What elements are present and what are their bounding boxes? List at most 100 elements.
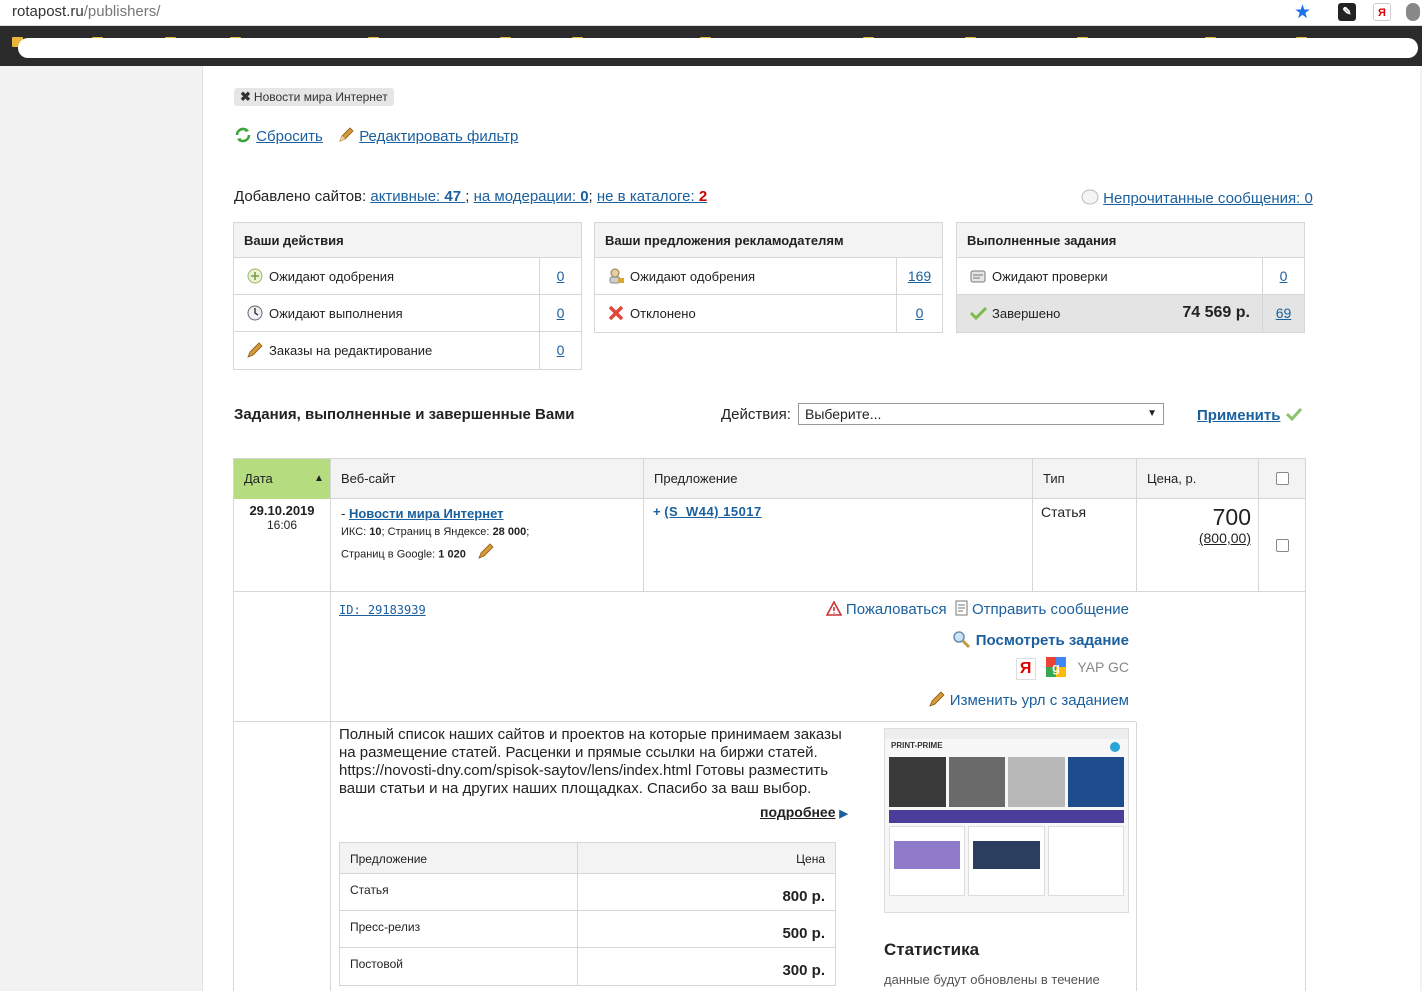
price-cell: 700 (800,00) <box>1137 499 1259 592</box>
offers-row-count[interactable]: 169 <box>896 258 942 294</box>
unread-messages-link[interactable]: Непрочитанные сообщения: 0 <box>1103 190 1313 207</box>
yandex-extension-icon[interactable]: Я <box>1373 3 1391 21</box>
url-host: rotapost.ru <box>12 3 84 20</box>
google-pages-value: 1 020 <box>438 548 466 561</box>
remove-filter-icon[interactable]: ✖ <box>240 89 251 104</box>
moderation-sites-link[interactable]: на модерации: 0 <box>474 188 589 205</box>
actions-row-awaiting-execution: Ожидают выполнения 0 <box>234 295 581 332</box>
completed-row-count[interactable]: 0 <box>1262 258 1304 294</box>
row-action-links: Пожаловаться Отправить сообщение <box>825 599 1129 620</box>
more-control: подробнее ▶ <box>760 804 848 820</box>
site-name-link[interactable]: Новости мира Интернет <box>349 506 504 521</box>
url-text[interactable]: rotapost.ru/publishers/ <box>12 3 160 20</box>
red-cross-icon <box>607 304 625 322</box>
magnifier-icon <box>952 630 972 652</box>
bookmarks-bar <box>0 26 1422 66</box>
iks-value: 10 <box>369 526 382 538</box>
stats-note: данные будут обновлены в течение <box>884 972 1100 987</box>
column-header-label: Дата <box>244 471 273 486</box>
apply-button[interactable]: Применить <box>1197 407 1280 424</box>
actions-row-count[interactable]: 0 <box>539 258 581 294</box>
column-header-type: Тип <box>1033 459 1137 499</box>
price-row: Статья 800 р. <box>340 874 835 911</box>
not-in-catalog-label: не в каталоге: <box>596 188 695 205</box>
thumb-header: PRINT-PRIME <box>885 739 1128 757</box>
view-task: Посмотреть задание <box>952 630 1129 652</box>
completed-row-awaiting-check: Ожидают проверки 0 <box>957 258 1304 295</box>
yandex-icon[interactable]: Я <box>1015 657 1036 680</box>
filter-tag[interactable]: ✖ Новости мира Интернет <box>234 88 394 106</box>
offers-row-awaiting-approval: Ожидают одобрения 169 <box>595 258 942 295</box>
price-row-price: 500 р. <box>782 925 825 942</box>
thumb-logo: PRINT-PRIME <box>891 741 943 750</box>
price-row-name: Пресс-релиз <box>350 920 421 934</box>
moderation-sites-label: на модерации: <box>473 188 577 205</box>
user-lock-icon <box>607 267 625 285</box>
price-row: Пресс-релиз 500 р. <box>340 911 835 948</box>
thumb-hero <box>885 757 1128 807</box>
filter-tag-label: Новости мира Интернет <box>253 90 388 104</box>
tasks-heading: Задания, выполненные и завершенные Вами <box>234 406 575 423</box>
site-info: Полный список наших сайтов и проектов на… <box>234 722 1305 991</box>
send-message-link[interactable]: Отправить сообщение <box>972 601 1129 618</box>
complain-link[interactable]: Пожаловаться <box>846 601 947 618</box>
price-row-price: 800 р. <box>782 888 825 905</box>
price-row-price: 300 р. <box>782 962 825 979</box>
completed-row-count[interactable]: 69 <box>1262 295 1304 332</box>
column-header-date[interactable]: Дата ▲ <box>234 459 331 499</box>
price-table-col-offer: Предложение <box>350 852 428 866</box>
actions-select[interactable]: Выберите... ▼ <box>798 403 1164 425</box>
price-table: Предложение Цена Статья 800 р. Пресс-рел… <box>339 842 836 986</box>
google-icon[interactable]: g <box>1045 656 1067 681</box>
completed-row-label: Завершено <box>992 306 1061 321</box>
index-badges: Я g YAP GC <box>1015 656 1129 681</box>
thumb-topbar <box>885 729 1128 739</box>
not-in-catalog-link[interactable]: не в каталоге: 2 <box>597 188 707 205</box>
offers-row-label: Ожидают одобрения <box>630 269 756 284</box>
actions-row-label: Ожидают одобрения <box>269 269 395 284</box>
table-row: 29.10.2019 16:06 - Новости мира Интернет… <box>234 499 1305 991</box>
checkmark-icon <box>969 304 988 322</box>
offer-prefix: + <box>653 504 661 519</box>
clock-icon <box>246 304 264 322</box>
url-path: /publishers/ <box>83 3 161 20</box>
reset-filter-link[interactable]: Сбросить <box>256 128 323 145</box>
profile-icon[interactable] <box>1406 3 1420 21</box>
pencil-icon <box>246 341 264 359</box>
row-checkbox[interactable] <box>1276 539 1289 552</box>
sites-summary: Добавлено сайтов: активные: 47 ; на моде… <box>234 188 708 205</box>
browser-address-bar[interactable]: rotapost.ru/publishers/ ★ ✎ Я <box>0 0 1422 26</box>
actions-row-count[interactable]: 0 <box>539 295 581 331</box>
select-all-checkbox[interactable] <box>1276 472 1289 485</box>
row-price: 700 <box>1212 504 1251 530</box>
change-url-link[interactable]: Изменить урл с заданием <box>950 692 1129 709</box>
google-pages-label: Страниц в Google: <box>341 548 436 561</box>
edit-filter-link[interactable]: Редактировать фильтр <box>359 128 518 145</box>
tasks-table-header: Дата ▲ Веб-сайт Предложение Тип Цена, р. <box>234 459 1305 499</box>
offer-link[interactable]: (S_W44) 15017 <box>664 504 762 519</box>
offers-row-count[interactable]: 0 <box>896 295 942 332</box>
view-task-link[interactable]: Посмотреть задание <box>976 632 1129 649</box>
actions-row-count[interactable]: 0 <box>539 332 581 369</box>
thumb-cards <box>885 826 1128 896</box>
row-time: 16:06 <box>266 518 298 532</box>
yap-gc-label: YAP GC <box>1077 659 1129 676</box>
actions-label: Действия: <box>721 406 791 423</box>
column-header-price: Цена, р. <box>1137 459 1259 499</box>
task-id-link[interactable]: ID: 29183939 <box>339 603 426 617</box>
offers-panel: Ваши предложения рекламодателям Ожидают … <box>594 222 943 333</box>
offers-row-label: Отклонено <box>630 306 696 321</box>
active-sites-link[interactable]: активные: 47 <box>370 188 465 205</box>
price-row-name: Постовой <box>350 957 403 971</box>
unread-messages: Непрочитанные сообщения: 0 <box>1081 188 1313 210</box>
thumb-menu <box>889 810 1124 823</box>
site-thumbnail[interactable]: PRINT-PRIME <box>884 728 1129 913</box>
extension-icon[interactable]: ✎ <box>1338 3 1356 21</box>
bookmark-star-icon[interactable]: ★ <box>1294 1 1311 24</box>
pencil-icon[interactable] <box>477 542 495 567</box>
sort-asc-icon: ▲ <box>314 473 324 484</box>
more-link[interactable]: подробнее <box>760 804 836 820</box>
actions-panel: Ваши действия Ожидают одобрения 0 Ожидаю… <box>233 222 582 370</box>
chevron-right-icon: ▶ <box>839 808 848 820</box>
row-price-original: (800,00) <box>1198 530 1251 546</box>
